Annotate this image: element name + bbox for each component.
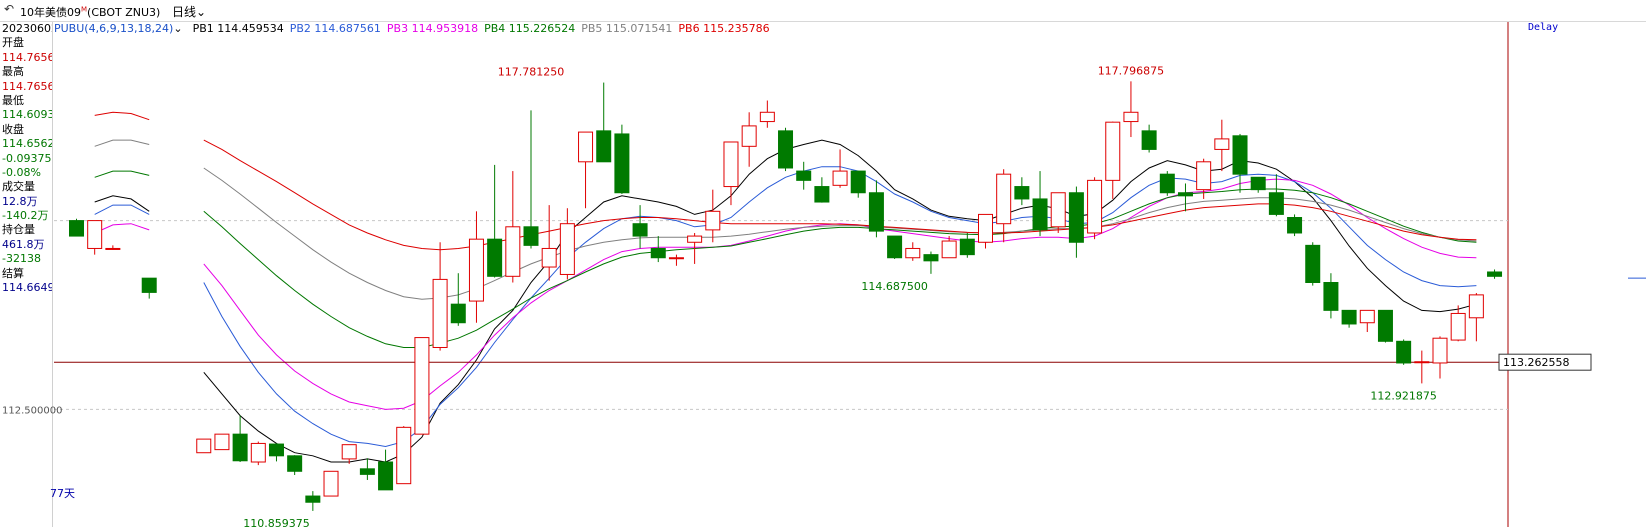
delay-label: Delay xyxy=(1528,22,1559,33)
candle-body xyxy=(341,444,357,460)
candle-body xyxy=(778,130,794,169)
candle-body xyxy=(1177,192,1193,197)
candle-body xyxy=(505,226,521,277)
candle-body xyxy=(232,433,248,462)
legend-pb2: PB2 114.687561 xyxy=(289,22,381,35)
candle-body xyxy=(687,235,703,243)
chevron-down-icon[interactable]: ⌄ xyxy=(173,22,182,35)
candle-body xyxy=(323,470,339,497)
candle-body xyxy=(1396,340,1412,364)
candle-body xyxy=(1432,337,1448,364)
y-tick-label: 112.500000 xyxy=(2,405,62,416)
candle-body xyxy=(614,133,630,194)
candle-body xyxy=(268,443,284,457)
candle-body xyxy=(1323,282,1339,311)
days-label: 77天 xyxy=(50,487,75,500)
legend-pb1: PB1 114.459534 xyxy=(192,22,284,35)
candle-body xyxy=(523,226,539,246)
candle-body xyxy=(1050,192,1066,228)
candle-body xyxy=(868,192,884,232)
candle-body xyxy=(1141,130,1157,150)
candle-body xyxy=(1159,173,1175,194)
extreme-label: 110.859375 xyxy=(243,517,309,527)
candle-body xyxy=(705,210,721,231)
candle-body xyxy=(287,455,303,472)
candle-body xyxy=(650,247,666,259)
candle-body xyxy=(959,238,975,256)
candle-body xyxy=(1450,312,1466,341)
candle-body xyxy=(814,186,830,203)
candle-body xyxy=(978,213,993,243)
candle-body xyxy=(1068,192,1084,243)
candle-body xyxy=(923,254,939,262)
candle-body xyxy=(723,141,739,188)
candle-body xyxy=(1014,186,1030,200)
indicator-legend[interactable]: PUBU(4,6,9,13,18,24)⌄ PB1 114.459534 PB2 1… xyxy=(54,22,776,36)
candle-body xyxy=(487,238,503,277)
legend-pb4: PB4 115.226524 xyxy=(484,22,576,35)
candle-body xyxy=(741,125,757,147)
candle-body xyxy=(1123,111,1139,123)
extreme-label: 117.781250 xyxy=(498,65,564,78)
candle-body xyxy=(1214,138,1230,150)
candle-body xyxy=(1287,217,1303,234)
candle-body xyxy=(396,426,412,485)
candle-body xyxy=(105,247,121,250)
candle-body xyxy=(632,223,648,237)
candle-body xyxy=(887,235,903,259)
indicator-name[interactable]: PUBU(4,6,9,13,18,24) xyxy=(54,22,173,35)
candle-body xyxy=(668,257,684,260)
candle-body xyxy=(414,337,430,435)
candle-body xyxy=(1196,161,1212,191)
legend-pb5: PB5 115.071541 xyxy=(581,22,673,35)
candle-body xyxy=(1268,192,1284,215)
legend-pb6: PB6 115.235786 xyxy=(678,22,770,35)
candle-body xyxy=(578,131,594,163)
candlestick-chart[interactable]: 112.500000 117.781250 117.796875 114.687500… xyxy=(0,0,1646,527)
extreme-label: 117.796875 xyxy=(1098,65,1164,78)
candle-body xyxy=(214,433,230,451)
candle-body xyxy=(850,170,866,194)
series-line-pb1 xyxy=(94,139,1477,463)
candle-body xyxy=(1377,309,1393,342)
candle-body xyxy=(596,130,612,163)
candle-body xyxy=(1232,135,1248,175)
candle-body xyxy=(1032,198,1048,231)
candle-body xyxy=(941,240,957,259)
candle-body xyxy=(432,278,448,348)
candle-body xyxy=(1359,309,1375,324)
candle-body xyxy=(1414,361,1430,364)
extreme-label: 112.921875 xyxy=(1370,389,1436,402)
candle-body xyxy=(250,442,266,463)
candle-body xyxy=(996,173,1012,225)
candle-body xyxy=(468,238,484,302)
candle-body xyxy=(796,170,812,181)
candle-body xyxy=(69,220,84,237)
candle-body xyxy=(541,247,557,268)
candle-body xyxy=(359,468,375,475)
candle-body xyxy=(832,170,848,186)
candle-body xyxy=(905,247,921,259)
candle-body xyxy=(1250,176,1266,191)
legend-pb3: PB3 114.953918 xyxy=(386,22,479,35)
candle-body xyxy=(1468,294,1484,319)
extreme-label: 114.687500 xyxy=(861,280,927,293)
candle-body xyxy=(450,303,466,324)
candle-body xyxy=(1487,271,1503,277)
candle-body xyxy=(305,495,321,503)
candle-body xyxy=(196,438,212,454)
candle-body xyxy=(141,277,157,293)
candle-body xyxy=(87,220,103,249)
candle-body xyxy=(378,461,394,491)
candle-body xyxy=(1341,309,1357,325)
candle-body xyxy=(759,111,775,123)
candle-body xyxy=(559,223,575,275)
candle-body xyxy=(1087,179,1103,234)
candle-body xyxy=(1305,244,1321,284)
current-price-label: 113.262558 xyxy=(1503,356,1569,369)
candle-body xyxy=(1105,121,1121,181)
